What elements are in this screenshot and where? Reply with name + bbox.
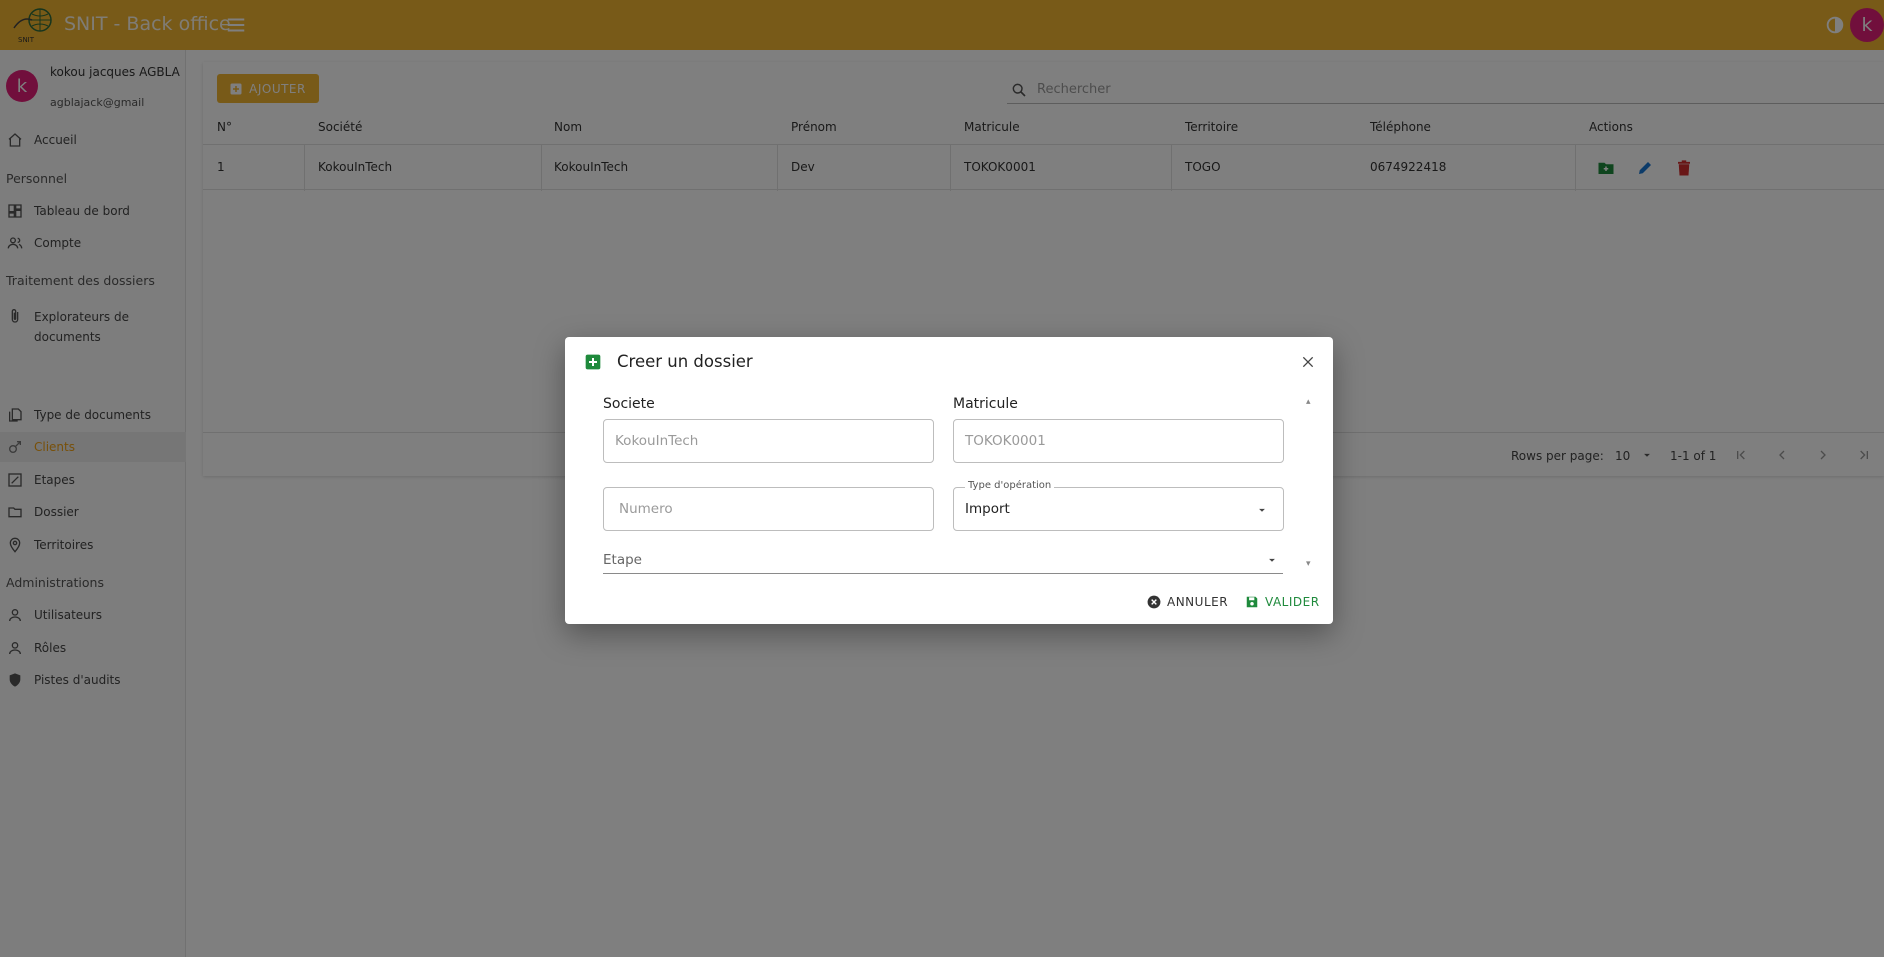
scroll-down-arrow[interactable]: ▾ [1306,559,1311,569]
chevron-down-icon[interactable] [1265,553,1279,567]
matricule-label: Matricule [953,396,1018,412]
close-icon[interactable] [1300,354,1316,370]
societe-value: KokouInTech [615,433,699,449]
etape-select[interactable]: Etape [603,550,1283,574]
matricule-field[interactable]: TOKOK0001 [953,419,1284,463]
societe-label: Societe [603,396,655,412]
type-operation-label: Type d'opération [965,480,1055,491]
type-operation-select[interactable]: Type d'opération Import [953,480,1284,531]
type-operation-value: Import [965,501,1010,517]
cancel-button-label: ANNULER [1167,595,1229,609]
cancel-icon [1147,595,1161,609]
dialog-title: Creer un dossier [617,352,753,371]
numero-input[interactable]: Numero [603,487,934,531]
save-icon [1246,596,1258,608]
create-folder-dialog: Creer un dossier ▴ ▾ Societe KokouInTech… [565,337,1333,624]
validate-button-label: VALIDER [1265,595,1320,609]
numero-placeholder: Numero [619,501,673,517]
matricule-value: TOKOK0001 [965,433,1046,449]
add-box-icon [585,354,601,370]
cancel-button[interactable]: ANNULER [1147,592,1228,612]
validate-button[interactable]: VALIDER [1245,592,1320,612]
societe-field[interactable]: KokouInTech [603,419,934,463]
chevron-down-icon[interactable] [1255,503,1269,517]
etape-placeholder: Etape [603,552,642,568]
scroll-up-arrow[interactable]: ▴ [1306,397,1311,407]
